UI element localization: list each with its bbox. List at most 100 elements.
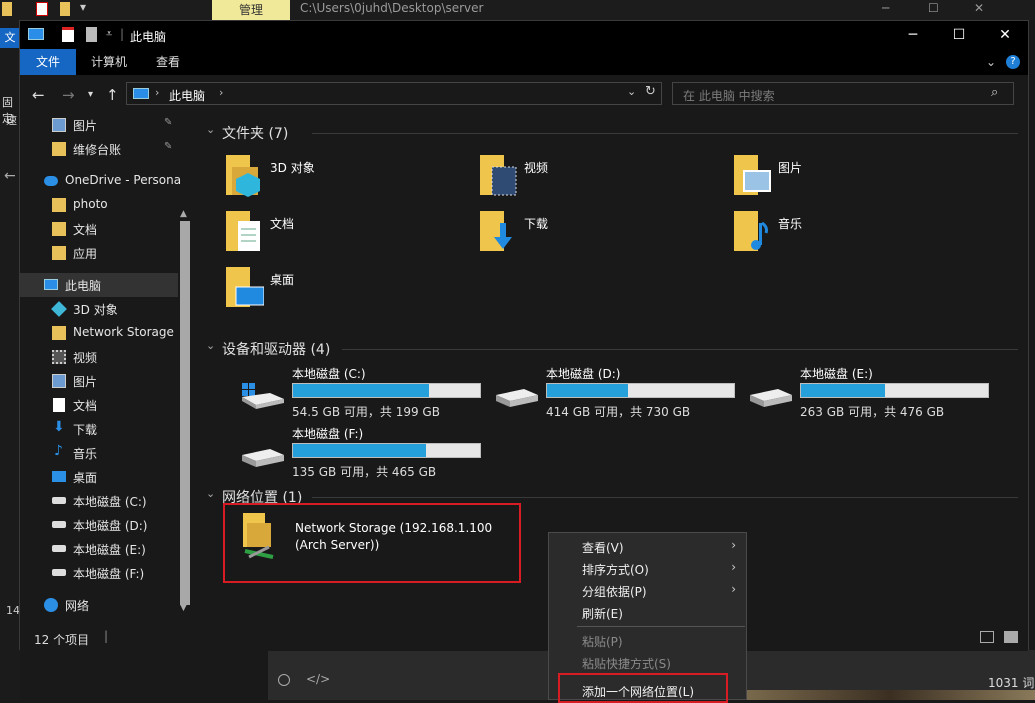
folder-item-downloads[interactable]: 下载 bbox=[480, 209, 720, 259]
menu-item-paste[interactable]: 粘贴(P) bbox=[549, 629, 746, 651]
scroll-thumb[interactable] bbox=[180, 221, 190, 605]
forward-button[interactable]: → bbox=[62, 86, 75, 104]
scroll-up-icon[interactable]: ▲ bbox=[180, 209, 187, 219]
recent-locations-icon[interactable]: ▾ bbox=[88, 89, 93, 100]
nav-item-pictures-pinned[interactable]: 图片 ✎ bbox=[20, 113, 196, 137]
folders-group-header[interactable]: 文件夹 (7) bbox=[222, 123, 288, 143]
nav-item-pictures[interactable]: 图片 bbox=[20, 369, 196, 393]
nav-item-network[interactable]: 网络 bbox=[20, 593, 196, 617]
nav-item-drive-d[interactable]: 本地磁盘 (D:) bbox=[20, 513, 196, 537]
pin-icon[interactable]: ✎ bbox=[164, 117, 172, 128]
address-row: ← → ▾ ↑ › 此电脑 › ⌄ ↻ 在 此电脑 中搜索 ⌕ bbox=[20, 75, 1028, 113]
nav-item-music[interactable]: ♪ 音乐 bbox=[20, 441, 196, 465]
menu-item-view[interactable]: 查看(V) › bbox=[549, 535, 746, 557]
nav-item-3d-objects[interactable]: 3D 对象 bbox=[20, 297, 196, 321]
search-box[interactable]: 在 此电脑 中搜索 ⌕ bbox=[672, 82, 1014, 105]
drive-icon bbox=[52, 545, 66, 552]
nav-item-label: 图片 bbox=[73, 375, 98, 389]
nav-item-repair-ledger[interactable]: 维修台账 ✎ bbox=[20, 137, 196, 161]
folder-item-pictures[interactable]: 图片 bbox=[734, 153, 974, 203]
drive-label: 本地磁盘 (D:) bbox=[546, 367, 621, 381]
nav-item-drive-c[interactable]: 本地磁盘 (C:) bbox=[20, 489, 196, 513]
folder-label: 视频 bbox=[524, 161, 549, 175]
quick-access-dropdown-icon[interactable]: ▾ bbox=[80, 0, 86, 14]
submenu-arrow-icon: › bbox=[731, 582, 736, 596]
folder-item-3d-objects[interactable]: 3D 对象 bbox=[226, 153, 466, 203]
drive-label: 本地磁盘 (C:) bbox=[292, 367, 366, 381]
details-view-icon[interactable] bbox=[980, 631, 994, 643]
customize-toolbar-icon[interactable]: ⩡ bbox=[106, 27, 112, 41]
nav-item-documents[interactable]: 文档 bbox=[20, 393, 196, 417]
collapse-chevron-icon[interactable]: ⌄ bbox=[206, 123, 215, 136]
tab-computer[interactable]: 计算机 bbox=[78, 49, 140, 75]
folder-item-music[interactable]: 音乐 bbox=[734, 209, 974, 259]
menu-item-group-by[interactable]: 分组依据(P) › bbox=[549, 579, 746, 601]
tab-file[interactable]: 文件 bbox=[20, 49, 76, 75]
network-folder-icon bbox=[243, 513, 274, 559]
nav-item-onedrive[interactable]: OneDrive - Persona bbox=[20, 169, 196, 193]
drives-group-header[interactable]: 设备和驱动器 (4) bbox=[222, 339, 330, 359]
nav-item-videos[interactable]: 视频 bbox=[20, 345, 196, 369]
nav-item-desktop[interactable]: 桌面 bbox=[20, 465, 196, 489]
background-maximize-icon[interactable]: ☐ bbox=[928, 0, 939, 16]
nav-item-drive-e[interactable]: 本地磁盘 (E:) bbox=[20, 537, 196, 561]
help-icon[interactable]: ? bbox=[1006, 55, 1020, 69]
drive-item-e[interactable]: 本地磁盘 (E:) 263 GB 可用，共 476 GB bbox=[748, 365, 998, 419]
new-folder-icon bbox=[60, 2, 70, 16]
back-arrow-icon[interactable]: ← bbox=[4, 168, 16, 184]
close-button[interactable]: ✕ bbox=[982, 21, 1028, 49]
collapse-chevron-icon[interactable]: ⌄ bbox=[206, 487, 215, 500]
background-close-icon[interactable]: ✕ bbox=[974, 0, 984, 16]
ribbon-tabs: 文件 计算机 查看 ⌄ ? bbox=[20, 49, 1028, 75]
divider bbox=[342, 349, 1018, 350]
breadcrumb-separator-icon[interactable]: › bbox=[219, 86, 223, 99]
minimize-button[interactable]: ─ bbox=[890, 21, 936, 49]
maximize-button[interactable]: ☐ bbox=[936, 21, 982, 49]
folder-item-videos[interactable]: 视频 bbox=[480, 153, 720, 203]
menu-item-paste-shortcut[interactable]: 粘贴快捷方式(S) bbox=[549, 651, 746, 673]
collapse-chevron-icon[interactable]: ⌄ bbox=[206, 339, 215, 352]
up-button[interactable]: ↑ bbox=[106, 86, 119, 104]
network-location-label: Network Storage (192.168.1.100 bbox=[295, 521, 493, 535]
search-icon[interactable]: ⌕ bbox=[991, 85, 998, 100]
address-dropdown-icon[interactable]: ⌄ bbox=[627, 85, 636, 98]
tab-view[interactable]: 查看 bbox=[143, 49, 193, 75]
manage-tab[interactable]: 管理 bbox=[212, 0, 290, 20]
background-file-tab[interactable]: 文 bbox=[0, 28, 20, 48]
breadcrumb[interactable]: 此电脑 bbox=[169, 87, 205, 104]
drive-item-f[interactable]: 本地磁盘 (F:) 135 GB 可用，共 465 GB bbox=[240, 425, 490, 479]
address-bar[interactable]: › 此电脑 › ⌄ ↻ bbox=[126, 82, 662, 105]
new-folder-icon[interactable] bbox=[86, 27, 97, 42]
search-input[interactable]: 在 此电脑 中搜索 bbox=[683, 87, 775, 104]
properties-icon[interactable] bbox=[62, 27, 74, 42]
drive-item-c[interactable]: 本地磁盘 (C:) 54.5 GB 可用，共 199 GB bbox=[240, 365, 490, 419]
code-icon[interactable]: </> bbox=[306, 672, 330, 686]
large-icons-view-icon[interactable] bbox=[1004, 631, 1018, 643]
background-minimize-icon[interactable]: ─ bbox=[882, 0, 889, 16]
nav-item-apps[interactable]: 应用 bbox=[20, 241, 196, 265]
folder-item-desktop[interactable]: 桌面 bbox=[226, 265, 466, 315]
music-icon: ♪ bbox=[54, 443, 63, 459]
nav-item-this-pc[interactable]: 此电脑 bbox=[20, 273, 178, 297]
back-button[interactable]: ← bbox=[32, 86, 45, 104]
nav-item-photo[interactable]: photo bbox=[20, 193, 196, 217]
breadcrumb-separator-icon[interactable]: › bbox=[155, 86, 159, 99]
folder-icon bbox=[52, 198, 66, 212]
nav-item-downloads[interactable]: ⬇ 下载 bbox=[20, 417, 196, 441]
drive-free-space: 54.5 GB 可用，共 199 GB bbox=[292, 405, 440, 419]
folder-label: 桌面 bbox=[270, 273, 295, 287]
ribbon-expand-icon[interactable]: ⌄ bbox=[986, 55, 996, 69]
network-location-item[interactable]: Network Storage (192.168.1.100 (Arch Ser… bbox=[223, 503, 521, 583]
folder-item-documents[interactable]: 文档 bbox=[226, 209, 466, 259]
nav-item-drive-f[interactable]: 本地磁盘 (F:) bbox=[20, 561, 196, 585]
menu-item-sort-by[interactable]: 排序方式(O) › bbox=[549, 557, 746, 579]
drive-item-d[interactable]: 本地磁盘 (D:) 414 GB 可用，共 730 GB bbox=[494, 365, 744, 419]
menu-item-refresh[interactable]: 刷新(E) bbox=[549, 601, 746, 623]
nav-item-network-storage[interactable]: Network Storage ( bbox=[20, 321, 196, 345]
drive-usage-bar bbox=[800, 383, 989, 398]
pin-icon[interactable]: ✎ bbox=[164, 141, 172, 152]
divider bbox=[312, 497, 1018, 498]
nav-item-documents-onedrive[interactable]: 文档 bbox=[20, 217, 196, 241]
circle-icon[interactable] bbox=[278, 674, 290, 686]
refresh-icon[interactable]: ↻ bbox=[645, 84, 656, 99]
